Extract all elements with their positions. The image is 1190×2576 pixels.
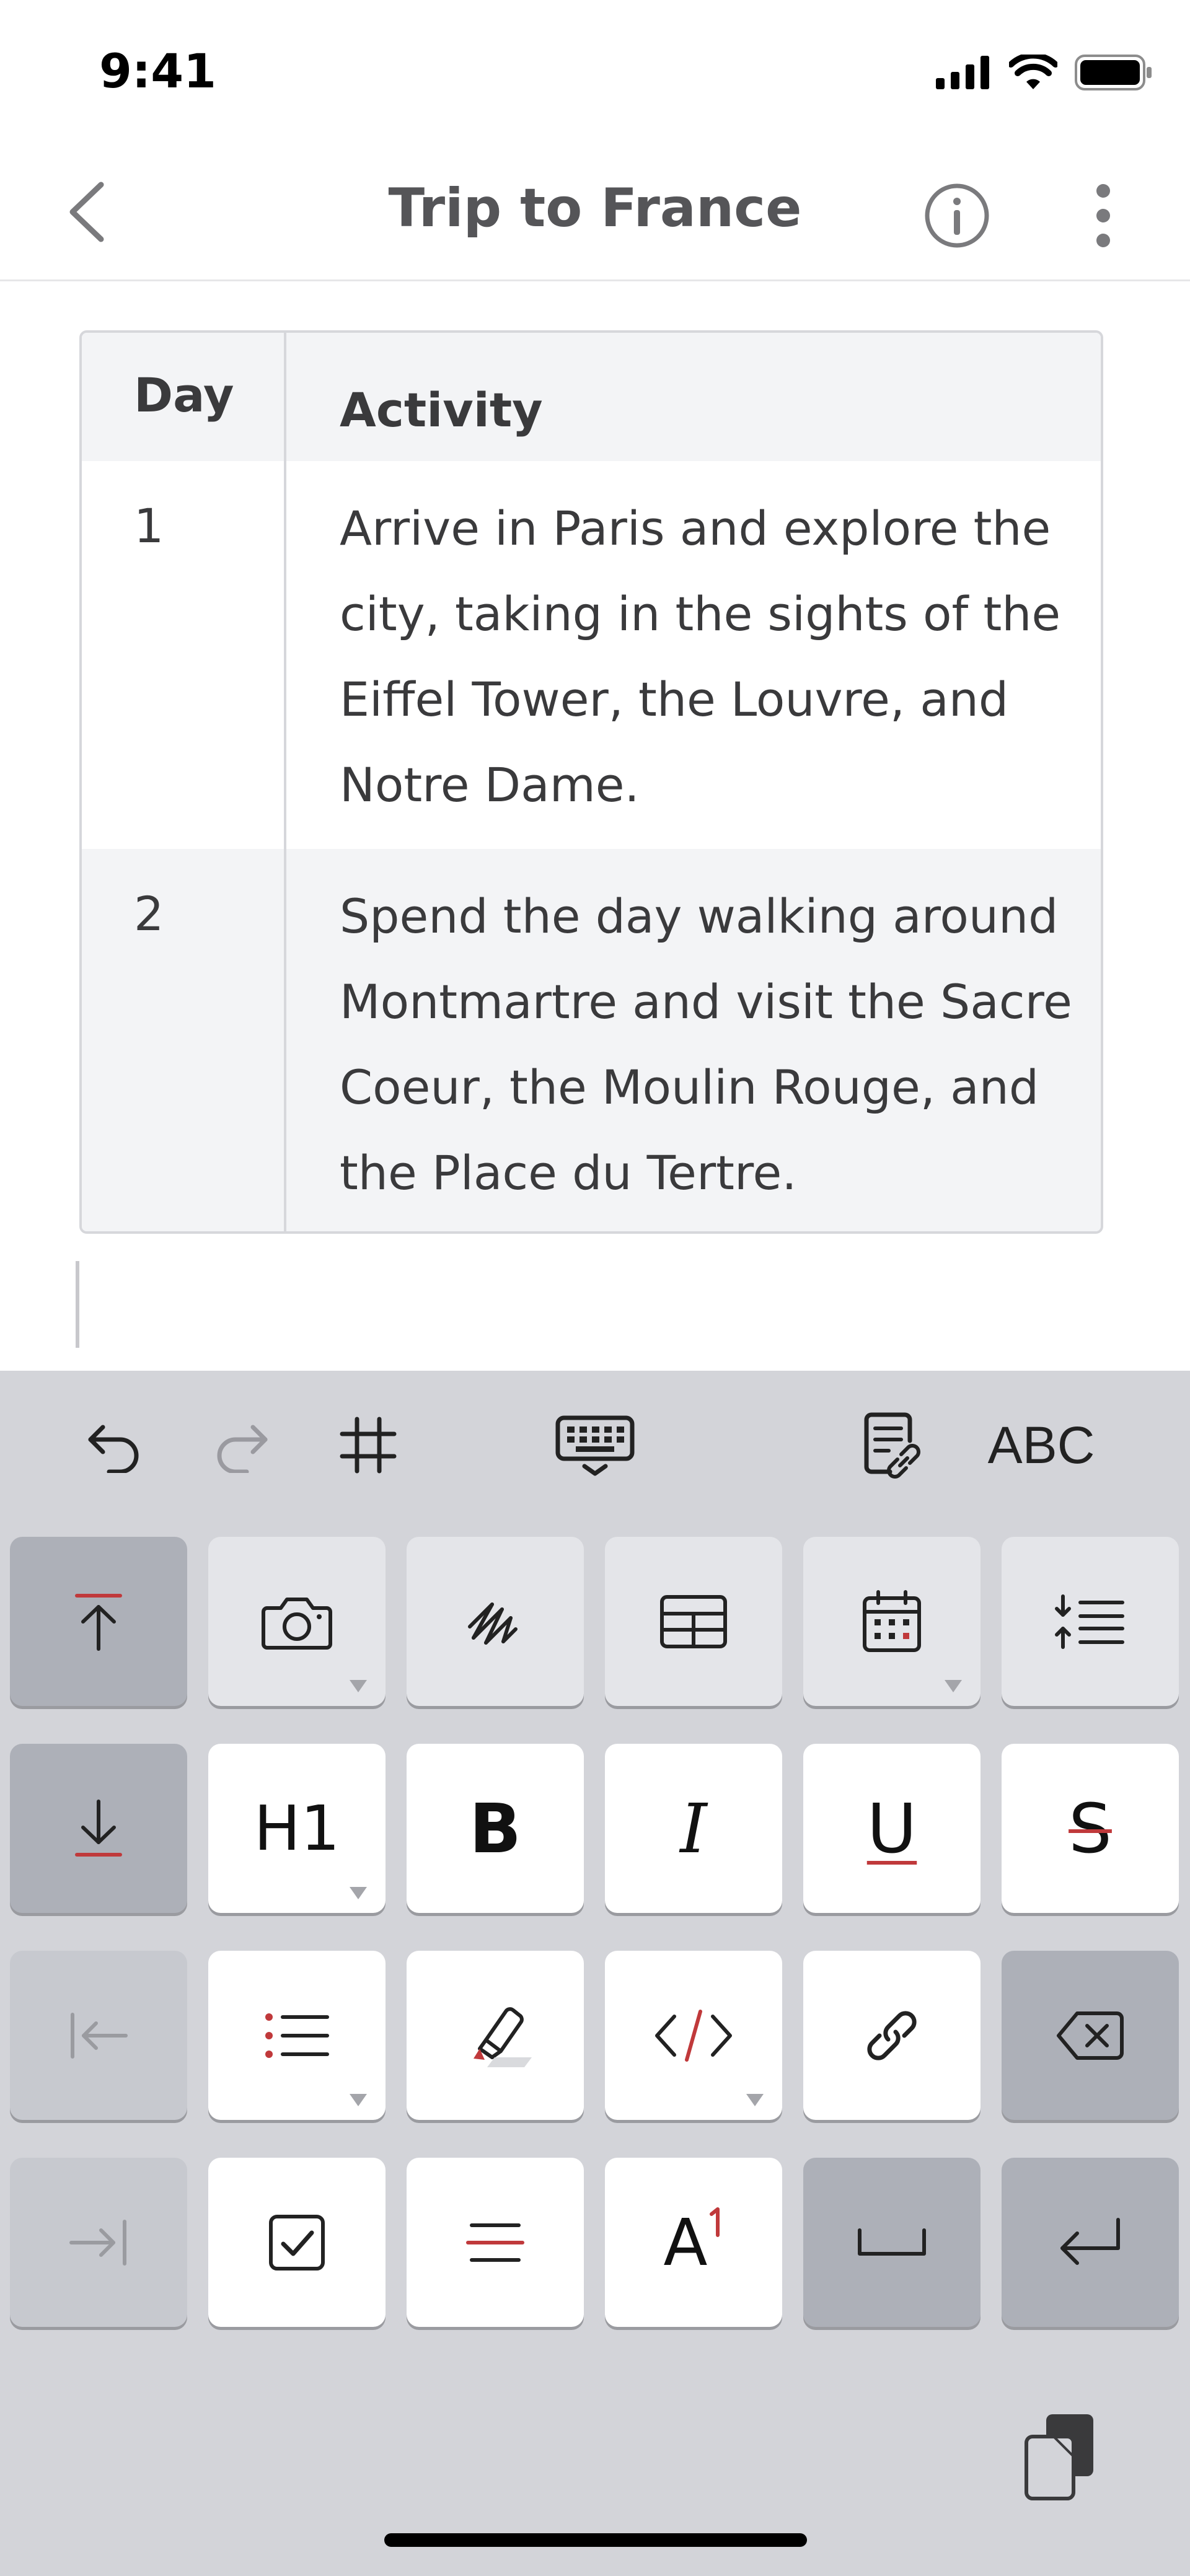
info-button[interactable] xyxy=(920,178,994,253)
arrow-up-to-line-icon xyxy=(75,1593,122,1651)
more-vertical-icon xyxy=(1096,184,1110,247)
itinerary-table[interactable]: Day Activity 1 Arrive in Paris and explo… xyxy=(79,330,1103,1234)
superscript-key[interactable]: A xyxy=(605,2158,782,2327)
page-title: Trip to France xyxy=(388,177,802,239)
heading-key-label: H1 xyxy=(253,1792,340,1865)
code-icon xyxy=(655,2009,732,2062)
link-icon xyxy=(867,2010,917,2060)
space-icon xyxy=(858,2228,926,2256)
bold-key-label: B xyxy=(469,1788,521,1868)
dropdown-indicator-icon xyxy=(350,1887,367,1899)
text-cursor xyxy=(76,1261,79,1348)
table-header-day[interactable]: Day xyxy=(134,367,234,423)
indent-icon xyxy=(69,2219,126,2266)
align-center-icon xyxy=(466,2223,524,2262)
checkbox-key[interactable] xyxy=(208,2158,386,2327)
table-header-activity[interactable]: Activity xyxy=(340,367,1083,453)
line-spacing-icon xyxy=(1055,1594,1124,1649)
scribble-icon xyxy=(468,1602,518,1645)
strikethrough-key-label: S xyxy=(1069,1788,1112,1868)
return-key[interactable] xyxy=(1002,2158,1179,2327)
battery-icon xyxy=(1075,55,1152,90)
table-cell-activity[interactable]: Spend the day walking around Montmartre … xyxy=(340,874,1083,1216)
table-cell-activity[interactable]: Arrive in Paris and explore the city, ta… xyxy=(340,486,1083,828)
highlight-key[interactable] xyxy=(407,1951,584,2120)
sketch-key[interactable] xyxy=(407,1537,584,1706)
show-keyboard-button[interactable] xyxy=(552,1408,638,1482)
bullet-list-key[interactable] xyxy=(208,1951,386,2120)
strikethrough-key[interactable]: S xyxy=(1002,1744,1179,1913)
info-icon xyxy=(925,183,989,248)
camera-key[interactable] xyxy=(208,1537,386,1706)
dropdown-indicator-icon xyxy=(746,2094,764,2106)
link-key[interactable] xyxy=(803,1951,981,2120)
table-icon xyxy=(660,1594,727,1648)
sliders-icon xyxy=(340,1417,397,1474)
format-adjust-button[interactable] xyxy=(331,1408,405,1482)
arrow-down-to-line-icon xyxy=(75,1799,122,1857)
status-bar: 9:41 xyxy=(0,0,1190,146)
undo-icon xyxy=(88,1425,139,1473)
dropdown-indicator-icon xyxy=(350,1680,367,1692)
note-link-icon xyxy=(864,1412,920,1479)
space-key[interactable] xyxy=(803,2158,981,2327)
formatting-keyboard: ABC H1 B I U S A xyxy=(0,1371,1190,2576)
wifi-icon xyxy=(1009,55,1057,89)
heading-key[interactable]: H1 xyxy=(208,1744,386,1913)
abc-keyboard-button[interactable]: ABC xyxy=(973,1408,1109,1482)
align-key[interactable] xyxy=(407,2158,584,2327)
clipboard-icon xyxy=(1025,2414,1093,2500)
status-time: 9:41 xyxy=(99,43,217,99)
underline-key[interactable]: U xyxy=(803,1744,981,1913)
calendar-icon xyxy=(863,1589,921,1652)
keyboard-icon xyxy=(555,1415,635,1476)
italic-key-label: I xyxy=(680,1788,707,1868)
indent-key[interactable] xyxy=(10,2158,187,2327)
table-row: 1 Arrive in Paris and explore the city, … xyxy=(82,461,1101,849)
dropdown-indicator-icon xyxy=(945,1680,962,1692)
undo-button[interactable] xyxy=(77,1408,151,1482)
bold-key[interactable]: B xyxy=(407,1744,584,1913)
dropdown-indicator-icon xyxy=(350,2094,367,2106)
table-column-divider xyxy=(284,333,286,1231)
insert-table-key[interactable] xyxy=(605,1537,782,1706)
superscript-key-label: A xyxy=(663,2204,708,2280)
table-header-row: Day Activity xyxy=(82,333,1101,461)
navigation-bar: Trip to France xyxy=(0,146,1190,281)
insert-date-key[interactable] xyxy=(803,1537,981,1706)
move-to-top-key[interactable] xyxy=(10,1537,187,1706)
status-icons xyxy=(936,55,1153,90)
redo-button[interactable] xyxy=(205,1408,279,1482)
redo-icon xyxy=(217,1425,268,1473)
list-bullets-icon xyxy=(265,2013,329,2058)
underline-key-label: U xyxy=(866,1788,917,1868)
delete-key[interactable] xyxy=(1002,1951,1179,2120)
return-icon xyxy=(1060,2217,1120,2265)
highlighter-icon xyxy=(474,2007,532,2067)
cellular-signal-icon xyxy=(936,56,989,89)
outdent-key[interactable] xyxy=(10,1951,187,2120)
backspace-icon xyxy=(1057,2011,1124,2060)
line-spacing-key[interactable] xyxy=(1002,1537,1179,1706)
table-cell-day[interactable]: 1 xyxy=(134,498,164,553)
more-options-button[interactable] xyxy=(1072,178,1134,253)
italic-key[interactable]: I xyxy=(605,1744,782,1913)
camera-icon xyxy=(262,1597,332,1650)
checkbox-icon xyxy=(269,2214,325,2270)
outdent-icon xyxy=(71,2012,128,2059)
table-row: 2 Spend the day walking around Montmartr… xyxy=(82,849,1101,1231)
move-to-bottom-key[interactable] xyxy=(10,1744,187,1913)
superscript-one-icon xyxy=(709,2207,720,2237)
clipboard-button[interactable] xyxy=(1016,2411,1103,2503)
code-key[interactable] xyxy=(605,1951,782,2120)
note-link-button[interactable] xyxy=(855,1408,930,1482)
table-cell-day[interactable]: 2 xyxy=(134,886,164,941)
home-indicator xyxy=(384,2533,807,2547)
